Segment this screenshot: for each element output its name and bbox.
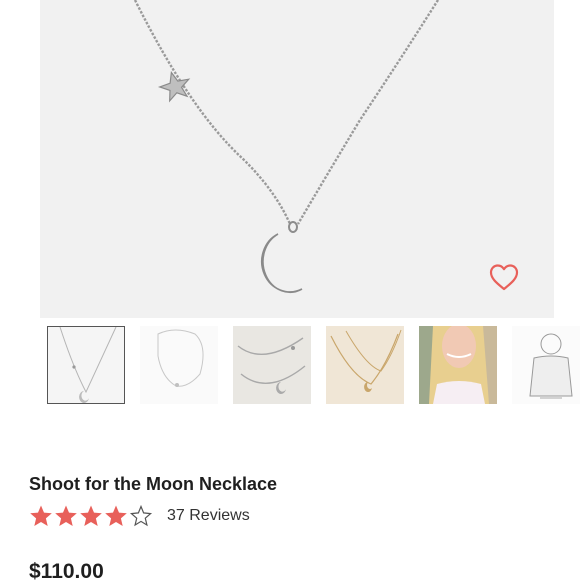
rating-row: 37 Reviews xyxy=(29,503,250,529)
thumbnail-necklace-gold[interactable] xyxy=(326,326,404,404)
star-filled-icon xyxy=(55,505,77,526)
product-main-image[interactable] xyxy=(40,0,554,318)
star-outline-icon xyxy=(129,504,153,527)
product-price: $110.00 xyxy=(29,560,104,580)
reviews-link[interactable]: 37 Reviews xyxy=(167,507,250,525)
thumbnail-necklace-white[interactable] xyxy=(140,326,218,404)
star-rating[interactable] xyxy=(29,504,154,528)
thumbnail-necklace-front[interactable] xyxy=(47,326,125,404)
product-title: Shoot for the Moon Necklace xyxy=(29,474,278,494)
wishlist-button[interactable] xyxy=(488,262,520,294)
thumbnail-size-guide[interactable] xyxy=(512,326,580,404)
necklace-illustration xyxy=(133,0,440,293)
heart-outline-icon xyxy=(489,264,519,291)
thumbnail-model-wearing[interactable] xyxy=(419,326,497,404)
star-filled-icon xyxy=(80,505,102,526)
star-filled-icon xyxy=(105,505,127,526)
thumbnail-necklace-closeup[interactable] xyxy=(233,326,311,404)
product-page: Shoot for the Moon Necklace 37 Reviews $… xyxy=(0,0,580,580)
thumbnail-strip xyxy=(47,326,580,406)
star-filled-icon xyxy=(30,505,52,526)
